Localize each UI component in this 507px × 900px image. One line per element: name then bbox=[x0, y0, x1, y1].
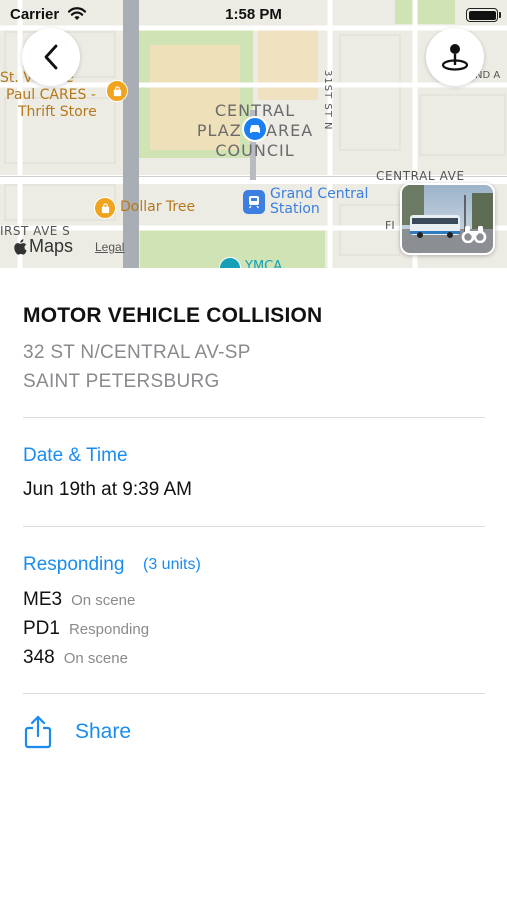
status-time: 1:58 PM bbox=[225, 6, 282, 23]
unit-id: 348 bbox=[23, 647, 55, 668]
address-line-1: 32 ST N/CENTRAL AV-SP bbox=[23, 342, 251, 363]
share-icon bbox=[24, 715, 52, 749]
divider bbox=[23, 693, 485, 694]
share-button[interactable]: Share bbox=[23, 715, 131, 749]
legal-link[interactable]: Legal bbox=[95, 240, 124, 254]
map-pin-icon bbox=[441, 44, 469, 71]
battery-nub bbox=[499, 12, 501, 18]
unit-row: 348 On scene bbox=[23, 647, 128, 669]
map-label-grand-central-station[interactable]: Grand Central Station bbox=[270, 187, 368, 217]
date-time-label: Date & Time bbox=[23, 445, 128, 466]
store-icon bbox=[94, 197, 116, 219]
thrift-line-2: Paul CARES - bbox=[6, 87, 96, 103]
divider bbox=[23, 526, 485, 527]
unit-status: Responding bbox=[68, 621, 150, 638]
unit-status: On scene bbox=[71, 592, 136, 609]
unit-id: ME3 bbox=[23, 589, 63, 610]
look-around-thumbnail[interactable] bbox=[400, 183, 495, 255]
date-time-value: Jun 19th at 9:39 AM bbox=[23, 479, 193, 500]
apple-maps-logo: Maps bbox=[13, 236, 73, 257]
share-label: Share bbox=[75, 720, 132, 743]
unit-row: ME3 On scene bbox=[23, 589, 135, 611]
transit-icon bbox=[243, 190, 265, 214]
unit-row: PD1 Responding bbox=[23, 618, 149, 640]
incident-marker-icon[interactable] bbox=[242, 116, 268, 142]
location-pin-button[interactable] bbox=[426, 28, 484, 86]
apple-logo-icon bbox=[14, 238, 27, 255]
station-line-2: Station bbox=[270, 201, 320, 217]
chevron-left-icon bbox=[44, 44, 58, 70]
battery-icon bbox=[466, 8, 498, 22]
divider bbox=[23, 417, 485, 418]
map-label-31st-st: 31ST ST N bbox=[322, 70, 333, 131]
map-label-ymca[interactable]: YMCA bbox=[245, 259, 282, 268]
maps-wordmark: Maps bbox=[29, 236, 74, 256]
responding-count: (3 units) bbox=[143, 556, 201, 573]
status-bar: Carrier 1:58 PM bbox=[0, 0, 507, 30]
binoculars-icon bbox=[461, 225, 487, 248]
station-line-1: Grand Central bbox=[270, 186, 369, 202]
incident-title: MOTOR VEHICLE COLLISION bbox=[23, 304, 323, 327]
unit-id: PD1 bbox=[23, 618, 60, 639]
back-button[interactable] bbox=[22, 28, 80, 86]
map-label-partial-right-2: FI bbox=[385, 219, 395, 232]
responding-label: Responding bbox=[23, 554, 125, 575]
map-label-dollar-tree[interactable]: Dollar Tree bbox=[120, 199, 195, 215]
incident-map[interactable]: St. V nt de Paul CARES - Thrift Store CE… bbox=[0, 0, 507, 268]
thrift-line-3: Thrift Store bbox=[18, 104, 97, 120]
address-line-2: SAINT PETERSBURG bbox=[23, 371, 220, 392]
council-line-3: COUNCIL bbox=[215, 141, 295, 160]
shopping-bag-icon bbox=[106, 80, 128, 102]
unit-status: On scene bbox=[63, 650, 128, 667]
map-label-central-ave: CENTRAL AVE bbox=[376, 169, 465, 183]
